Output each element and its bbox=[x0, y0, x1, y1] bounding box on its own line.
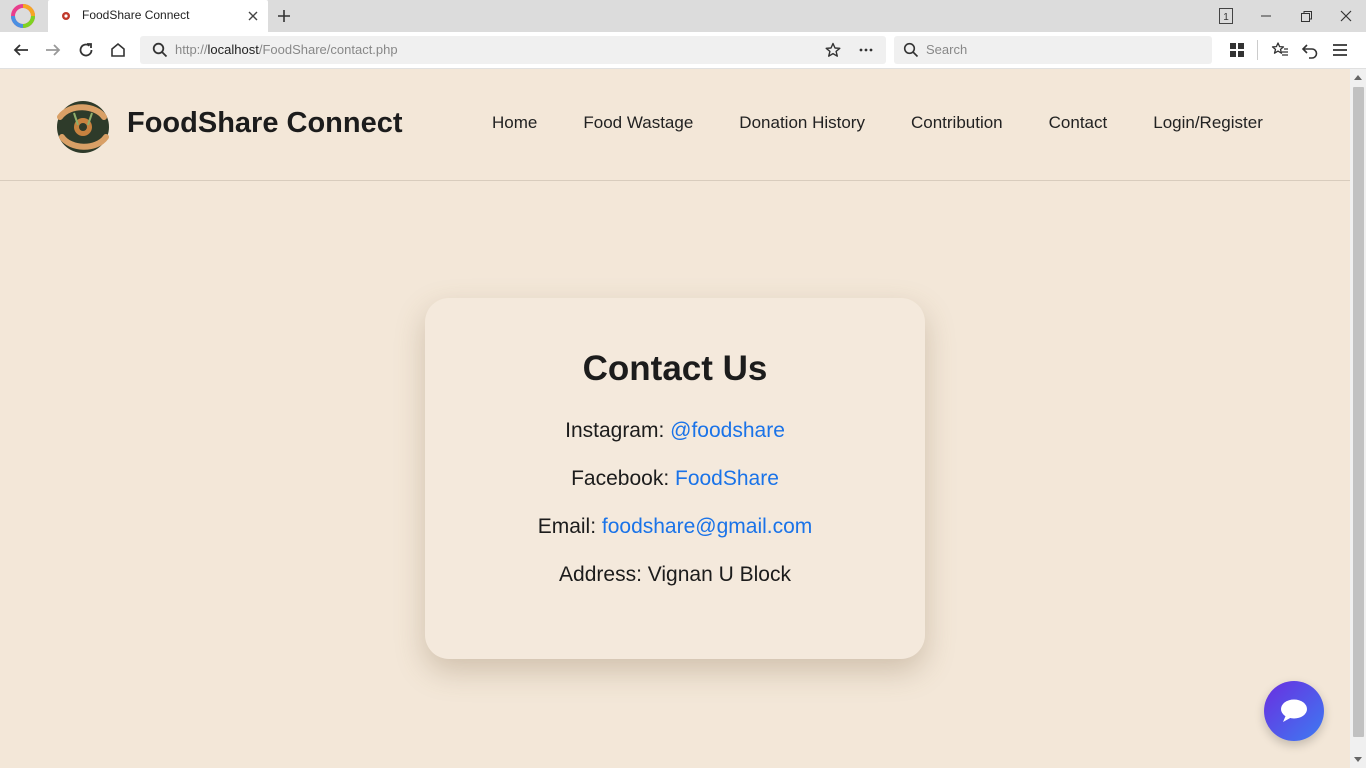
toolbar-divider bbox=[1257, 40, 1258, 60]
email-line: Email: foodshare@gmail.com bbox=[425, 515, 925, 539]
chat-button[interactable] bbox=[1264, 681, 1324, 741]
instagram-link[interactable]: @foodshare bbox=[670, 419, 785, 442]
tab-title: FoodShare Connect bbox=[82, 8, 190, 22]
site-nav: Home Food Wastage Donation History Contr… bbox=[492, 113, 1263, 133]
scroll-up-icon[interactable] bbox=[1354, 74, 1362, 80]
nav-donation-history[interactable]: Donation History bbox=[739, 113, 865, 133]
address-line: Address: Vignan U Block bbox=[425, 563, 925, 587]
tab-count-text: 1 bbox=[1223, 12, 1229, 23]
search-placeholder: Search bbox=[926, 42, 968, 57]
page-scrollbar[interactable] bbox=[1350, 69, 1366, 768]
bookmark-star-icon[interactable] bbox=[825, 42, 841, 58]
scroll-thumb[interactable] bbox=[1353, 87, 1364, 737]
facebook-line: Facebook: FoodShare bbox=[425, 467, 925, 491]
browser-logo-icon[interactable] bbox=[10, 4, 36, 28]
menu-icon[interactable] bbox=[1331, 41, 1349, 59]
address-label: Address: bbox=[559, 563, 648, 586]
email-label: Email: bbox=[537, 515, 602, 538]
forward-icon[interactable] bbox=[44, 41, 62, 59]
apps-grid-icon[interactable] bbox=[1228, 41, 1246, 59]
chat-bubble-icon bbox=[1281, 699, 1307, 722]
nav-food-wastage[interactable]: Food Wastage bbox=[583, 113, 693, 133]
undo-icon[interactable] bbox=[1301, 41, 1319, 59]
facebook-link[interactable]: FoodShare bbox=[675, 467, 779, 490]
favorites-icon[interactable] bbox=[1271, 41, 1289, 59]
reload-icon[interactable] bbox=[77, 41, 95, 59]
back-icon[interactable] bbox=[12, 41, 30, 59]
site-header: FoodShare Connect Home Food Wastage Dona… bbox=[0, 69, 1350, 181]
search-icon bbox=[903, 42, 919, 58]
instagram-line: Instagram: @foodshare bbox=[425, 419, 925, 443]
browser-nav-bar: http://localhost/FoodShare/contact.php S… bbox=[0, 32, 1366, 69]
nav-contribution[interactable]: Contribution bbox=[911, 113, 1003, 133]
contact-heading: Contact Us bbox=[582, 349, 768, 388]
minimize-icon[interactable] bbox=[1256, 6, 1276, 26]
scroll-down-icon[interactable] bbox=[1354, 757, 1362, 763]
email-link[interactable]: foodshare@gmail.com bbox=[602, 515, 812, 538]
browser-tab[interactable]: FoodShare Connect bbox=[48, 0, 268, 32]
close-window-icon[interactable] bbox=[1336, 6, 1356, 26]
instagram-label: Instagram: bbox=[565, 419, 671, 442]
search-icon bbox=[152, 42, 168, 58]
close-tab-icon[interactable] bbox=[246, 9, 260, 23]
contact-card: Contact Us Instagram: @foodshare Faceboo… bbox=[425, 298, 925, 659]
nav-contact[interactable]: Contact bbox=[1049, 113, 1108, 133]
browser-tab-bar: FoodShare Connect 1 bbox=[0, 0, 1366, 32]
url-path: /FoodShare/contact.php bbox=[258, 42, 398, 57]
url-host: localhost bbox=[207, 42, 259, 57]
new-tab-icon[interactable] bbox=[276, 8, 292, 24]
search-bar[interactable]: Search bbox=[894, 36, 1212, 64]
nav-login-register[interactable]: Login/Register bbox=[1153, 113, 1263, 133]
nav-home[interactable]: Home bbox=[492, 113, 537, 133]
url-prefix: http:// bbox=[175, 42, 208, 57]
tab-counter-icon[interactable]: 1 bbox=[1216, 6, 1236, 26]
favicon-icon bbox=[62, 12, 70, 20]
restore-icon[interactable] bbox=[1296, 6, 1316, 26]
more-options-icon[interactable] bbox=[857, 42, 875, 58]
address-value: Vignan U Block bbox=[647, 563, 791, 586]
home-icon[interactable] bbox=[109, 41, 127, 59]
site-title[interactable]: FoodShare Connect bbox=[127, 107, 403, 140]
facebook-label: Facebook: bbox=[571, 467, 675, 490]
address-bar[interactable]: http://localhost/FoodShare/contact.php bbox=[140, 36, 886, 64]
site-logo-icon[interactable] bbox=[52, 99, 114, 155]
page-content: FoodShare Connect Home Food Wastage Dona… bbox=[0, 69, 1350, 768]
url-text[interactable]: http://localhost/FoodShare/contact.php bbox=[175, 42, 398, 57]
